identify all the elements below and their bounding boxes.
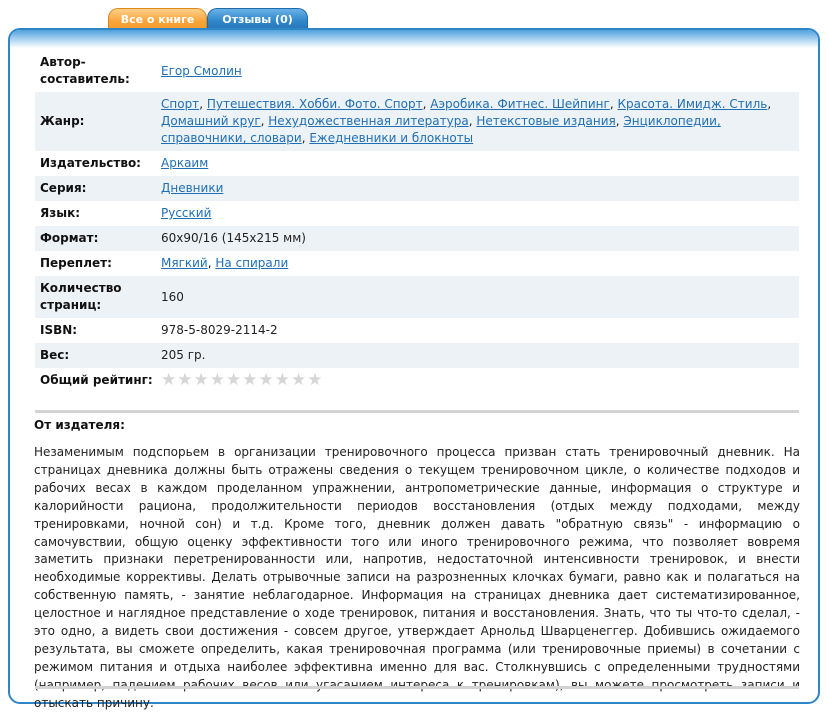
row-binding: Переплет: Мягкий, На спирали [35,251,799,276]
rating-star-icon[interactable]: ★ [194,372,209,389]
isbn-label: ISBN: [40,323,78,337]
genre-link[interactable]: Путешествия. Хобби. Фото. Спорт [207,97,423,111]
genre-link[interactable]: Ежедневники и блокноты [309,131,473,145]
pages-label: Количество страниц: [35,276,157,318]
rating-star-icon[interactable]: ★ [177,372,192,389]
weight-label: Вес: [35,343,157,368]
divider-bottom [35,686,799,689]
genre-link[interactable]: Красота. Имидж. Стиль [617,97,767,111]
row-weight: Вес: 205 гр. [35,343,799,368]
rating-star-icon[interactable]: ★ [242,372,257,389]
series-label: Серия: [35,176,157,201]
book-info-panel: Автор-составитель: Егор Смолин Жанр: Спо… [8,28,820,710]
isbn-value: 978-5-8029-2114-2 [161,323,278,337]
genre-link[interactable]: Нехудожественная литература [268,114,468,128]
panel-header-gradient [10,30,818,48]
book-details-table: Автор-составитель: Егор Смолин Жанр: Спо… [35,50,799,393]
format-label: Формат: [35,226,157,251]
series-link[interactable]: Дневники [161,181,223,195]
language-label: Язык: [40,206,81,220]
row-author: Автор-составитель: Егор Смолин [35,50,799,92]
genre-link[interactable]: Аэробика. Фитнес. Шейпинг [430,97,610,111]
row-pages: Количество страниц: 160 [35,276,799,318]
rating-star-icon[interactable]: ★ [161,372,176,389]
binding-link[interactable]: Мягкий [161,256,208,270]
author-link[interactable]: Егор Смолин [161,64,242,78]
rating-star-icon[interactable]: ★ [307,372,322,389]
publisher-label: Издательство: [40,156,141,170]
genre-link[interactable]: Спорт [161,97,199,111]
author-label: Автор-составитель: [40,55,130,86]
row-publisher: Издательство: Аркаим [35,151,799,176]
row-genre: Жанр: Спорт, Путешествия. Хобби. Фото. С… [35,92,799,151]
rating-star-icon[interactable]: ★ [259,372,274,389]
binding-label: Переплет: [40,256,112,270]
rating-star-icon[interactable]: ★ [291,372,306,389]
divider-top [35,410,799,413]
rating-label: Общий рейтинг: [40,373,153,387]
genre-link[interactable]: Нетекстовые издания [476,114,615,128]
row-series: Серия: Дневники [35,176,799,201]
language-link[interactable]: Русский [161,206,211,220]
format-value: 60x90/16 (145x215 мм) [157,226,799,251]
row-isbn: ISBN: 978-5-8029-2114-2 [35,318,799,343]
rating-stars[interactable]: ★ ★ ★ ★ ★ ★ ★ ★ ★ ★ [161,372,323,389]
genre-link[interactable]: Домашний круг [161,114,261,128]
row-rating: Общий рейтинг: ★ ★ ★ ★ ★ ★ ★ ★ ★ ★ [35,368,799,393]
genre-label: Жанр: [35,92,157,151]
rating-star-icon[interactable]: ★ [210,372,225,389]
row-format: Формат: 60x90/16 (145x215 мм) [35,226,799,251]
rating-star-icon[interactable]: ★ [226,372,241,389]
genre-links: Спорт, Путешествия. Хобби. Фото. Спорт, … [157,92,799,151]
pages-value: 160 [157,276,799,318]
publisher-note-title: От издателя: [34,418,125,432]
binding-link[interactable]: На спирали [215,256,288,270]
weight-value: 205 гр. [157,343,799,368]
row-language: Язык: Русский [35,201,799,226]
rating-star-icon[interactable]: ★ [275,372,290,389]
publisher-note-text: Незаменимым подспорьем в организации тре… [34,445,800,710]
publisher-link[interactable]: Аркаим [161,156,208,170]
